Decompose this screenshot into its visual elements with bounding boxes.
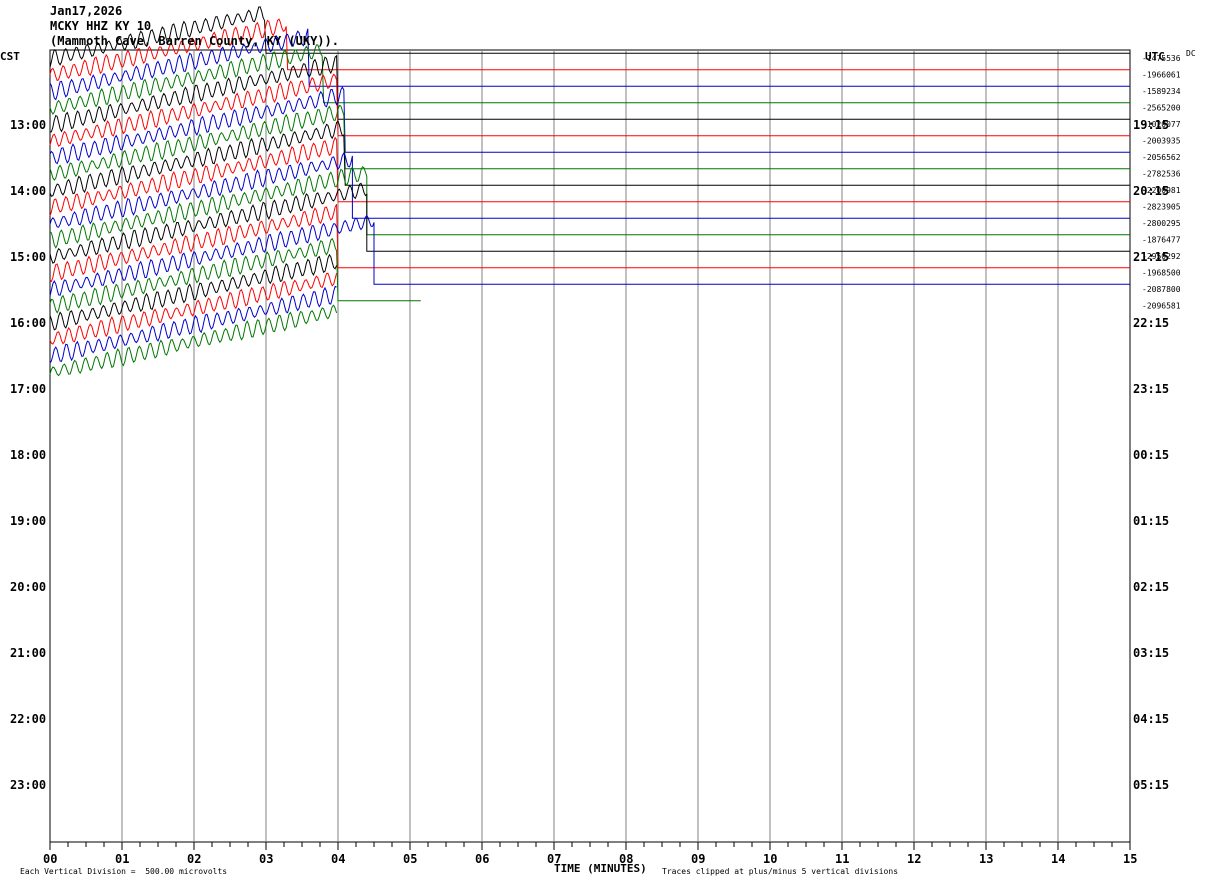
utc-hour-label: 02:15 xyxy=(1133,580,1169,594)
cst-hour-label: 22:00 xyxy=(10,712,46,726)
dc-offset-label: -2823905 xyxy=(1142,203,1181,212)
utc-hour-label: 05:15 xyxy=(1133,778,1169,792)
x-tick-label: 05 xyxy=(403,852,417,866)
dc-offset-label: -1589234 xyxy=(1142,87,1181,96)
x-tick-label: 03 xyxy=(259,852,273,866)
x-tick-label: 01 xyxy=(115,852,129,866)
utc-hour-label: 23:15 xyxy=(1133,382,1169,396)
trace-row--1 xyxy=(49,44,1130,115)
x-tick-label: 04 xyxy=(331,852,345,866)
dc-column-label: DC xyxy=(1186,49,1196,58)
cst-hour-label: 21:00 xyxy=(10,646,46,660)
trace-row-5 xyxy=(49,136,1130,217)
cst-hour-label: 19:00 xyxy=(10,514,46,528)
cst-hour-labels: 13:00 14:00 15:00 16:00 17:00 18:00 19:00 20:00… xyxy=(10,118,46,792)
trace-row-0 xyxy=(50,54,1130,133)
dc-offset-label: -2782536 xyxy=(1142,170,1181,179)
seismic-traces xyxy=(49,6,1130,377)
dc-offset-label: -2096581 xyxy=(1142,302,1181,311)
utc-hour-label: 01:15 xyxy=(1133,514,1169,528)
cst-hour-label: 20:00 xyxy=(10,580,46,594)
x-tick-label: 12 xyxy=(907,852,921,866)
dc-offset-label: -2056562 xyxy=(1142,153,1181,162)
x-axis-title: TIME (MINUTES) xyxy=(554,862,647,875)
station-code: MCKY HHZ KY 10 xyxy=(50,19,152,33)
x-tick-label: 11 xyxy=(835,852,849,866)
trace-row-9 xyxy=(49,203,1130,283)
x-tick-label: 06 xyxy=(475,852,489,866)
dc-offset-label: -2565200 xyxy=(1142,104,1181,113)
trace-row-6 xyxy=(49,152,1130,228)
dc-offset-label: -2003935 xyxy=(1142,137,1181,146)
x-tick-label: 10 xyxy=(763,852,777,866)
x-tick-label: 14 xyxy=(1051,852,1065,866)
cst-hour-label: 23:00 xyxy=(10,778,46,792)
cst-hour-label: 17:00 xyxy=(10,382,46,396)
dc-offset-label: -2950292 xyxy=(1142,252,1181,261)
station-location: (Mammoth Cave, Barren County, KY (UKY)). xyxy=(50,34,339,48)
dc-offset-label: -2200981 xyxy=(1142,186,1181,195)
cst-hour-label: 14:00 xyxy=(10,184,46,198)
dc-offset-label: -1968500 xyxy=(1142,269,1181,278)
trace-row-4 xyxy=(49,120,1130,197)
cst-hour-label: 15:00 xyxy=(10,250,46,264)
cst-hour-label: 13:00 xyxy=(10,118,46,132)
x-tick-label: 02 xyxy=(187,852,201,866)
cst-hour-label: 18:00 xyxy=(10,448,46,462)
dc-offset-label: -1876477 xyxy=(1142,236,1181,245)
left-timezone-label: CST xyxy=(0,50,20,63)
plot-date: Jan17,2026 xyxy=(50,4,123,18)
cst-hour-label: 16:00 xyxy=(10,316,46,330)
trace-row-15 xyxy=(49,304,338,377)
vertical-scale-note: Each Vertical Division = 500.00 microvol… xyxy=(20,867,228,876)
utc-hour-label: 22:15 xyxy=(1133,316,1169,330)
dc-offset-label: -2087800 xyxy=(1142,285,1181,294)
dc-offset-label: -1020077 xyxy=(1142,120,1181,129)
x-tick-label: 15 xyxy=(1123,852,1137,866)
dc-offset-labels: -1475536-1966061-1589234-2565200-1020077… xyxy=(1142,54,1181,311)
utc-hour-label: 00:15 xyxy=(1133,448,1169,462)
right-timezone-label: UTC xyxy=(1145,50,1165,63)
utc-hour-label: 04:15 xyxy=(1133,712,1169,726)
x-tick-label: 13 xyxy=(979,852,993,866)
x-tick-label: 00 xyxy=(43,852,57,866)
clip-note: Traces clipped at plus/minus 5 vertical … xyxy=(662,867,899,876)
dc-offset-label: -2800295 xyxy=(1142,219,1181,228)
helicorder-plot: 13:00 14:00 15:00 16:00 17:00 18:00 19:00 20:00… xyxy=(10,6,1181,866)
trace-row-8 xyxy=(49,182,1130,264)
x-tick-label: 09 xyxy=(691,852,705,866)
dc-offset-label: -1966061 xyxy=(1142,71,1181,80)
utc-hour-label: 03:15 xyxy=(1133,646,1169,660)
trace-row-2 xyxy=(49,86,1130,165)
